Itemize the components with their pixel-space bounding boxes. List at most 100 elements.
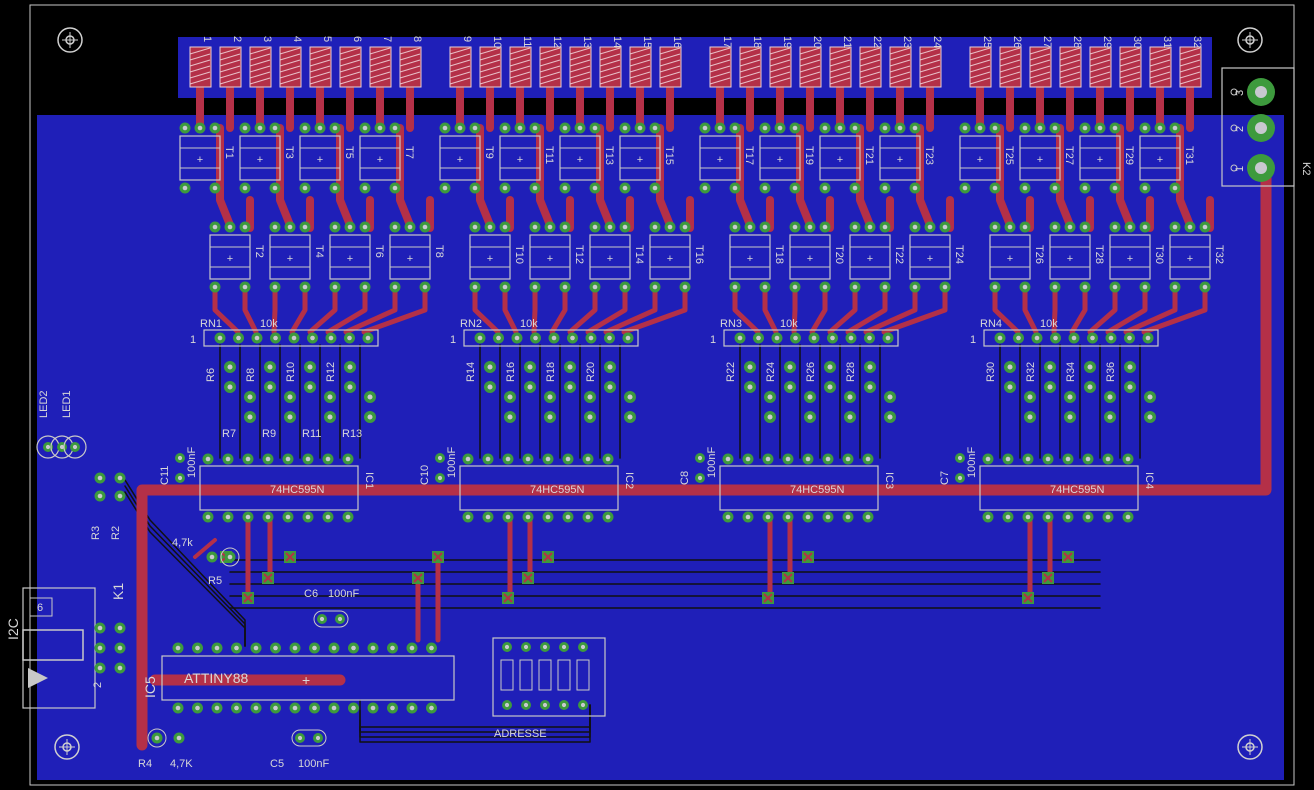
pad (224, 221, 236, 233)
transistor-center-mark: + (667, 253, 673, 265)
pad (864, 332, 875, 344)
pad (540, 642, 550, 652)
pad (879, 281, 891, 293)
pad (734, 332, 746, 344)
pad (884, 391, 896, 403)
connector-label: K2 (1300, 162, 1312, 175)
mcu-part-number: ATTINY88 (184, 670, 249, 686)
pad (299, 182, 311, 194)
pad (502, 511, 514, 523)
pad (262, 453, 274, 465)
pad (544, 391, 556, 403)
header-pad (599, 46, 622, 88)
pad (521, 700, 531, 710)
transistor-center-mark: + (257, 154, 263, 166)
resistor-label: R32 (1025, 362, 1037, 382)
resistor-label: R30 (985, 362, 997, 382)
ic-part-number: 74HC595N (790, 484, 844, 496)
pad (974, 122, 986, 134)
pad (114, 642, 126, 654)
pad (729, 122, 741, 134)
pad (389, 182, 401, 194)
pad (604, 381, 616, 393)
pad (1142, 332, 1154, 344)
pad (209, 122, 221, 134)
pad (522, 453, 534, 465)
pad (884, 411, 896, 423)
pad (313, 733, 323, 743)
ic-part-number: 74HC595N (270, 484, 324, 496)
capacitor-value: 100nF (446, 447, 458, 478)
pad (564, 361, 576, 373)
pad (649, 182, 661, 194)
pad (524, 361, 536, 373)
pad (1144, 391, 1156, 403)
pad (1004, 221, 1016, 233)
pad (499, 182, 511, 194)
pad (744, 381, 756, 393)
pad (364, 391, 376, 403)
transistor-center-mark: + (837, 154, 843, 166)
pad (173, 732, 185, 744)
header-pad (919, 46, 942, 88)
pad (844, 391, 856, 403)
pad (909, 281, 921, 293)
pad (493, 332, 504, 344)
pad (822, 453, 834, 465)
pad (299, 221, 311, 233)
transistor-center-mark: + (377, 154, 383, 166)
pad (722, 453, 734, 465)
resistor-label: R13 (342, 428, 362, 440)
pad (242, 511, 254, 523)
pad (1109, 122, 1121, 134)
pad (57, 442, 67, 452)
pad (753, 332, 764, 344)
pad (387, 642, 398, 654)
channel-number: 31 (1161, 36, 1173, 48)
pad (254, 122, 266, 134)
channel-number: 9 (461, 36, 473, 42)
pad (504, 391, 516, 403)
transistor-center-mark: + (897, 154, 903, 166)
resistor-label: R12 (325, 362, 337, 382)
channel-number: 13 (581, 36, 593, 48)
pad (824, 361, 836, 373)
pad (544, 221, 556, 233)
pad (374, 122, 386, 134)
pad (114, 472, 126, 484)
transistor-label: T5 (343, 146, 355, 159)
header-pad (999, 46, 1022, 88)
pad (295, 733, 305, 743)
pad (819, 221, 831, 233)
pad (1031, 332, 1043, 344)
pad (344, 361, 356, 373)
capacitor-label: C10 (419, 465, 431, 485)
transistor-label: T22 (893, 245, 905, 264)
pad (202, 511, 214, 523)
pad (404, 221, 416, 233)
pad (879, 221, 891, 233)
channel-number: 29 (1101, 36, 1113, 48)
pad (824, 381, 836, 393)
transistor-center-mark: + (1007, 253, 1013, 265)
pad (114, 622, 126, 634)
pad (1049, 281, 1061, 293)
pad (1044, 361, 1056, 373)
pad (288, 332, 300, 344)
pad (544, 411, 556, 423)
transistor-center-mark: + (1127, 253, 1133, 265)
resistor-value: 4,7k (172, 537, 193, 549)
via (522, 572, 534, 584)
transistor-label: T6 (373, 245, 385, 258)
resistor-label: R2 (110, 526, 122, 540)
transistor-label: T31 (1183, 146, 1195, 165)
pad (1104, 411, 1116, 423)
pad (299, 122, 311, 134)
pad (1068, 332, 1080, 344)
pad (302, 511, 314, 523)
pad (1139, 281, 1151, 293)
pad (562, 511, 574, 523)
pad (1042, 453, 1054, 465)
pad (94, 472, 106, 484)
pad (114, 490, 126, 502)
